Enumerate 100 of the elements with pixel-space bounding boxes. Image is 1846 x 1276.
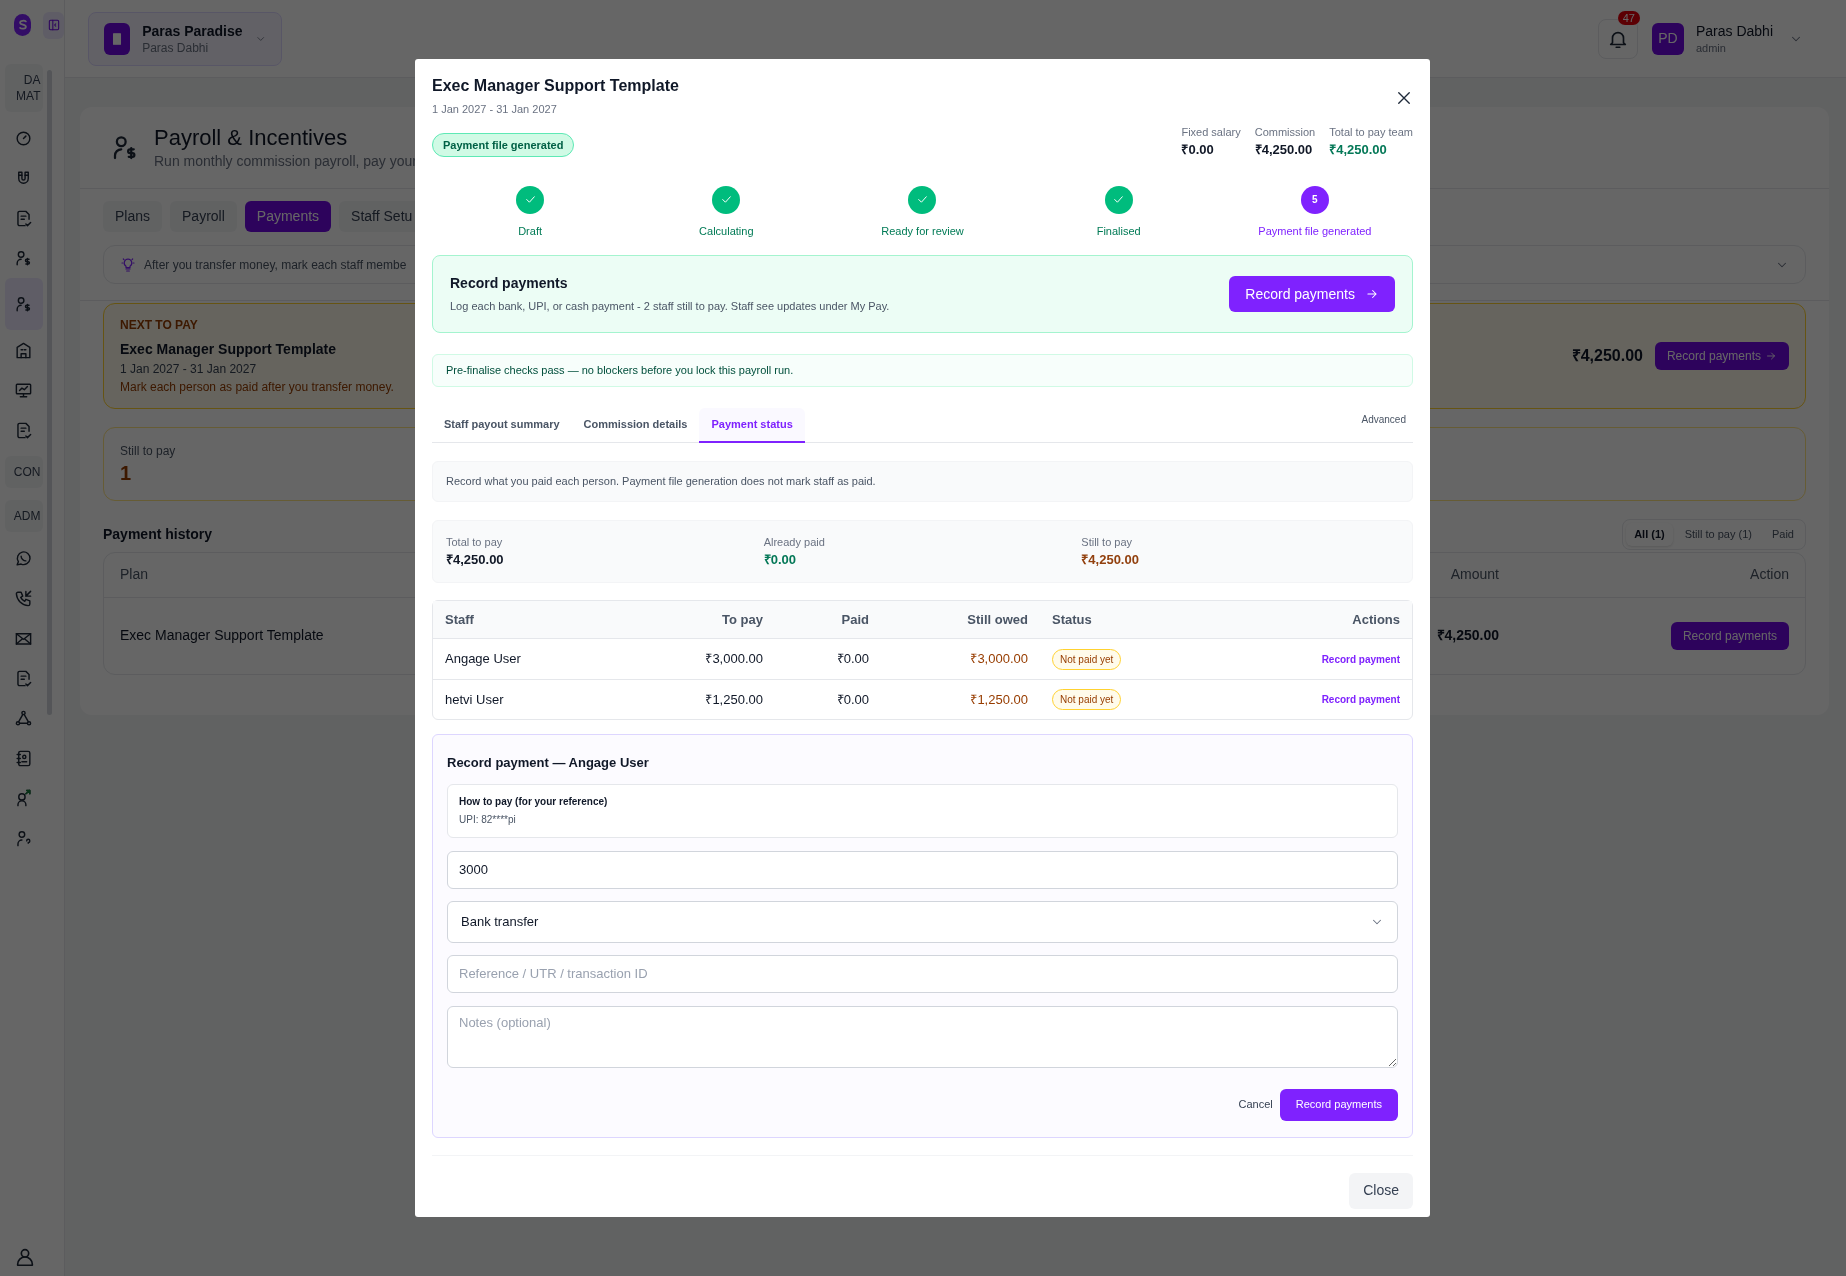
tab[interactable]: Staff payout summary (432, 408, 572, 443)
tab[interactable]: Commission details (571, 408, 700, 443)
gauge-icon (14, 128, 33, 148)
check-icon (523, 193, 537, 206)
section-label: DA MAT (4, 64, 43, 112)
dialog-period: 1 Jan 2027 - 31 Jan 2027 (432, 102, 557, 117)
status-badge: Not paid yet (1052, 648, 1122, 670)
user-icon[interactable] (14, 1246, 36, 1268)
user-dollar-icon (14, 294, 33, 314)
reference-title: How to pay (for your reference) (459, 795, 608, 809)
phone-icon (14, 588, 33, 608)
user-dollar-icon (14, 248, 33, 268)
step-number: 5 (1300, 185, 1329, 214)
table-cell-text: ₹0.00 (836, 650, 870, 669)
check-icon (719, 193, 733, 206)
check-icon (916, 193, 929, 206)
document-check-icon (14, 208, 33, 228)
cancel-button[interactable]: Cancel (1238, 1096, 1273, 1113)
record-payments-button[interactable]: Record payments (1229, 276, 1395, 312)
amount: ₹4,250.00 (1571, 346, 1643, 366)
tip-text: After you transfer money, mark each staff membe (144, 256, 407, 274)
dialog-title: Exec Manager Support Template (432, 76, 679, 96)
reference-input[interactable]: Reference / UTR / transaction ID (447, 954, 1398, 993)
status-badge: Payment file generated (432, 132, 575, 157)
document-check-icon (14, 668, 33, 688)
sidebar-panel-icon (46, 18, 61, 32)
column-header: To pay (722, 610, 764, 629)
summary-label: Still to pay (1081, 534, 1133, 550)
user-name: Paras Dabhi (1695, 21, 1773, 40)
total-label: Commission (1254, 124, 1316, 140)
form-title: Record payment — Angage User (447, 754, 649, 772)
record-payment-link[interactable]: Record payment (1321, 651, 1412, 667)
callout-text: Log each bank, UPI, or cash payment - 2 staff still to pay. Staff see updates under My Pay. (450, 299, 890, 315)
total-value: ₹0.00 (1181, 141, 1214, 159)
summary-value: ₹0.00 (763, 551, 796, 569)
column-header: Still owed (967, 610, 1029, 629)
check-icon (1112, 193, 1126, 206)
advanced-link[interactable]: Advanced (1361, 412, 1406, 427)
user-avatar: PD (1651, 22, 1684, 55)
filter-tab[interactable]: All (1) (1626, 523, 1673, 546)
total-value: ₹4,250.00 (1254, 141, 1313, 159)
column-header: Status (1051, 610, 1093, 629)
notification-count: 47 (1617, 10, 1640, 25)
chat-icon (14, 548, 33, 568)
column-header: Staff (444, 610, 475, 629)
workspace-selector[interactable]: Paras Paradise Paras Dabhi (88, 11, 282, 66)
next-to-pay-label: NEXT TO PAY (120, 317, 198, 334)
contact-book-icon (14, 748, 33, 768)
record-payments-button[interactable]: Record payments (1654, 342, 1789, 370)
network-icon (14, 708, 33, 728)
record-payment-link[interactable]: Record payment (1321, 692, 1412, 707)
sidebar-item[interactable] (4, 278, 43, 330)
table-cell-text: Exec Manager Support Template (120, 626, 324, 645)
stat-value: 1 (120, 461, 132, 486)
section-label: CON (4, 456, 43, 488)
arrow-right-icon (1765, 350, 1777, 362)
close-button[interactable]: Close (1349, 1172, 1413, 1209)
tab[interactable]: Payment status (699, 408, 805, 443)
step-label: Calculating (699, 223, 754, 239)
user-question-icon (14, 828, 33, 848)
section-title: Payment history (103, 524, 212, 544)
payment-method-select[interactable]: Bank transfer (447, 900, 1398, 943)
notes-input[interactable]: Notes (optional) (447, 1005, 1398, 1068)
step-label: Draft (518, 223, 542, 239)
column-header: Actions (1352, 610, 1401, 629)
stat-label: Still to pay (120, 443, 176, 460)
collapse-sidebar-button[interactable] (43, 11, 64, 39)
close-icon[interactable] (1395, 89, 1413, 107)
column-header: Paid (841, 610, 870, 629)
arrow-right-icon (1365, 287, 1379, 301)
total-value: ₹4,250.00 (1329, 141, 1387, 159)
status-badge: Not paid yet (1052, 689, 1122, 710)
table-cell-text: ₹3,000.00 (705, 650, 764, 669)
lightbulb-icon (120, 256, 136, 273)
total-label: Total to pay team (1329, 124, 1413, 140)
reference-text: UPI: 82****pi (459, 813, 516, 827)
table-cell-text: ₹4,250.00 (1436, 626, 1499, 645)
step-label: Finalised (1096, 223, 1141, 239)
table-cell-text: ₹3,000.00 (970, 650, 1029, 669)
table-cell-text: ₹1,250.00 (970, 690, 1029, 709)
table-cell-text: Angage User (444, 650, 522, 669)
table-cell-text: hetvi User (444, 690, 505, 709)
workspace-owner: Paras Dabhi (142, 39, 209, 56)
summary-value: ₹4,250.00 (1081, 551, 1139, 569)
monitor-chart-icon (14, 380, 33, 400)
column-header: Amount (1450, 565, 1499, 584)
summary-label: Total to pay (446, 534, 503, 550)
step-label: Payment file generated (1258, 223, 1372, 239)
column-header: Plan (120, 565, 149, 584)
record-payments-button[interactable]: Record payments (1670, 621, 1789, 650)
info-message: Record what you paid each person. Payment file generation does not mark staff as paid. (432, 461, 1413, 502)
section-label: ADM (4, 500, 43, 532)
table-cell-text: ₹0.00 (836, 690, 870, 709)
summary-label: Already paid (763, 534, 825, 550)
page-title: Payroll & Incentives (154, 124, 348, 151)
amount-input[interactable]: 3000 (447, 850, 1398, 889)
total-label: Fixed salary (1181, 124, 1241, 140)
callout-title: Record payments (450, 274, 568, 294)
record-payments-button[interactable]: Record payments (1279, 1088, 1398, 1121)
document-check-icon (14, 420, 33, 440)
